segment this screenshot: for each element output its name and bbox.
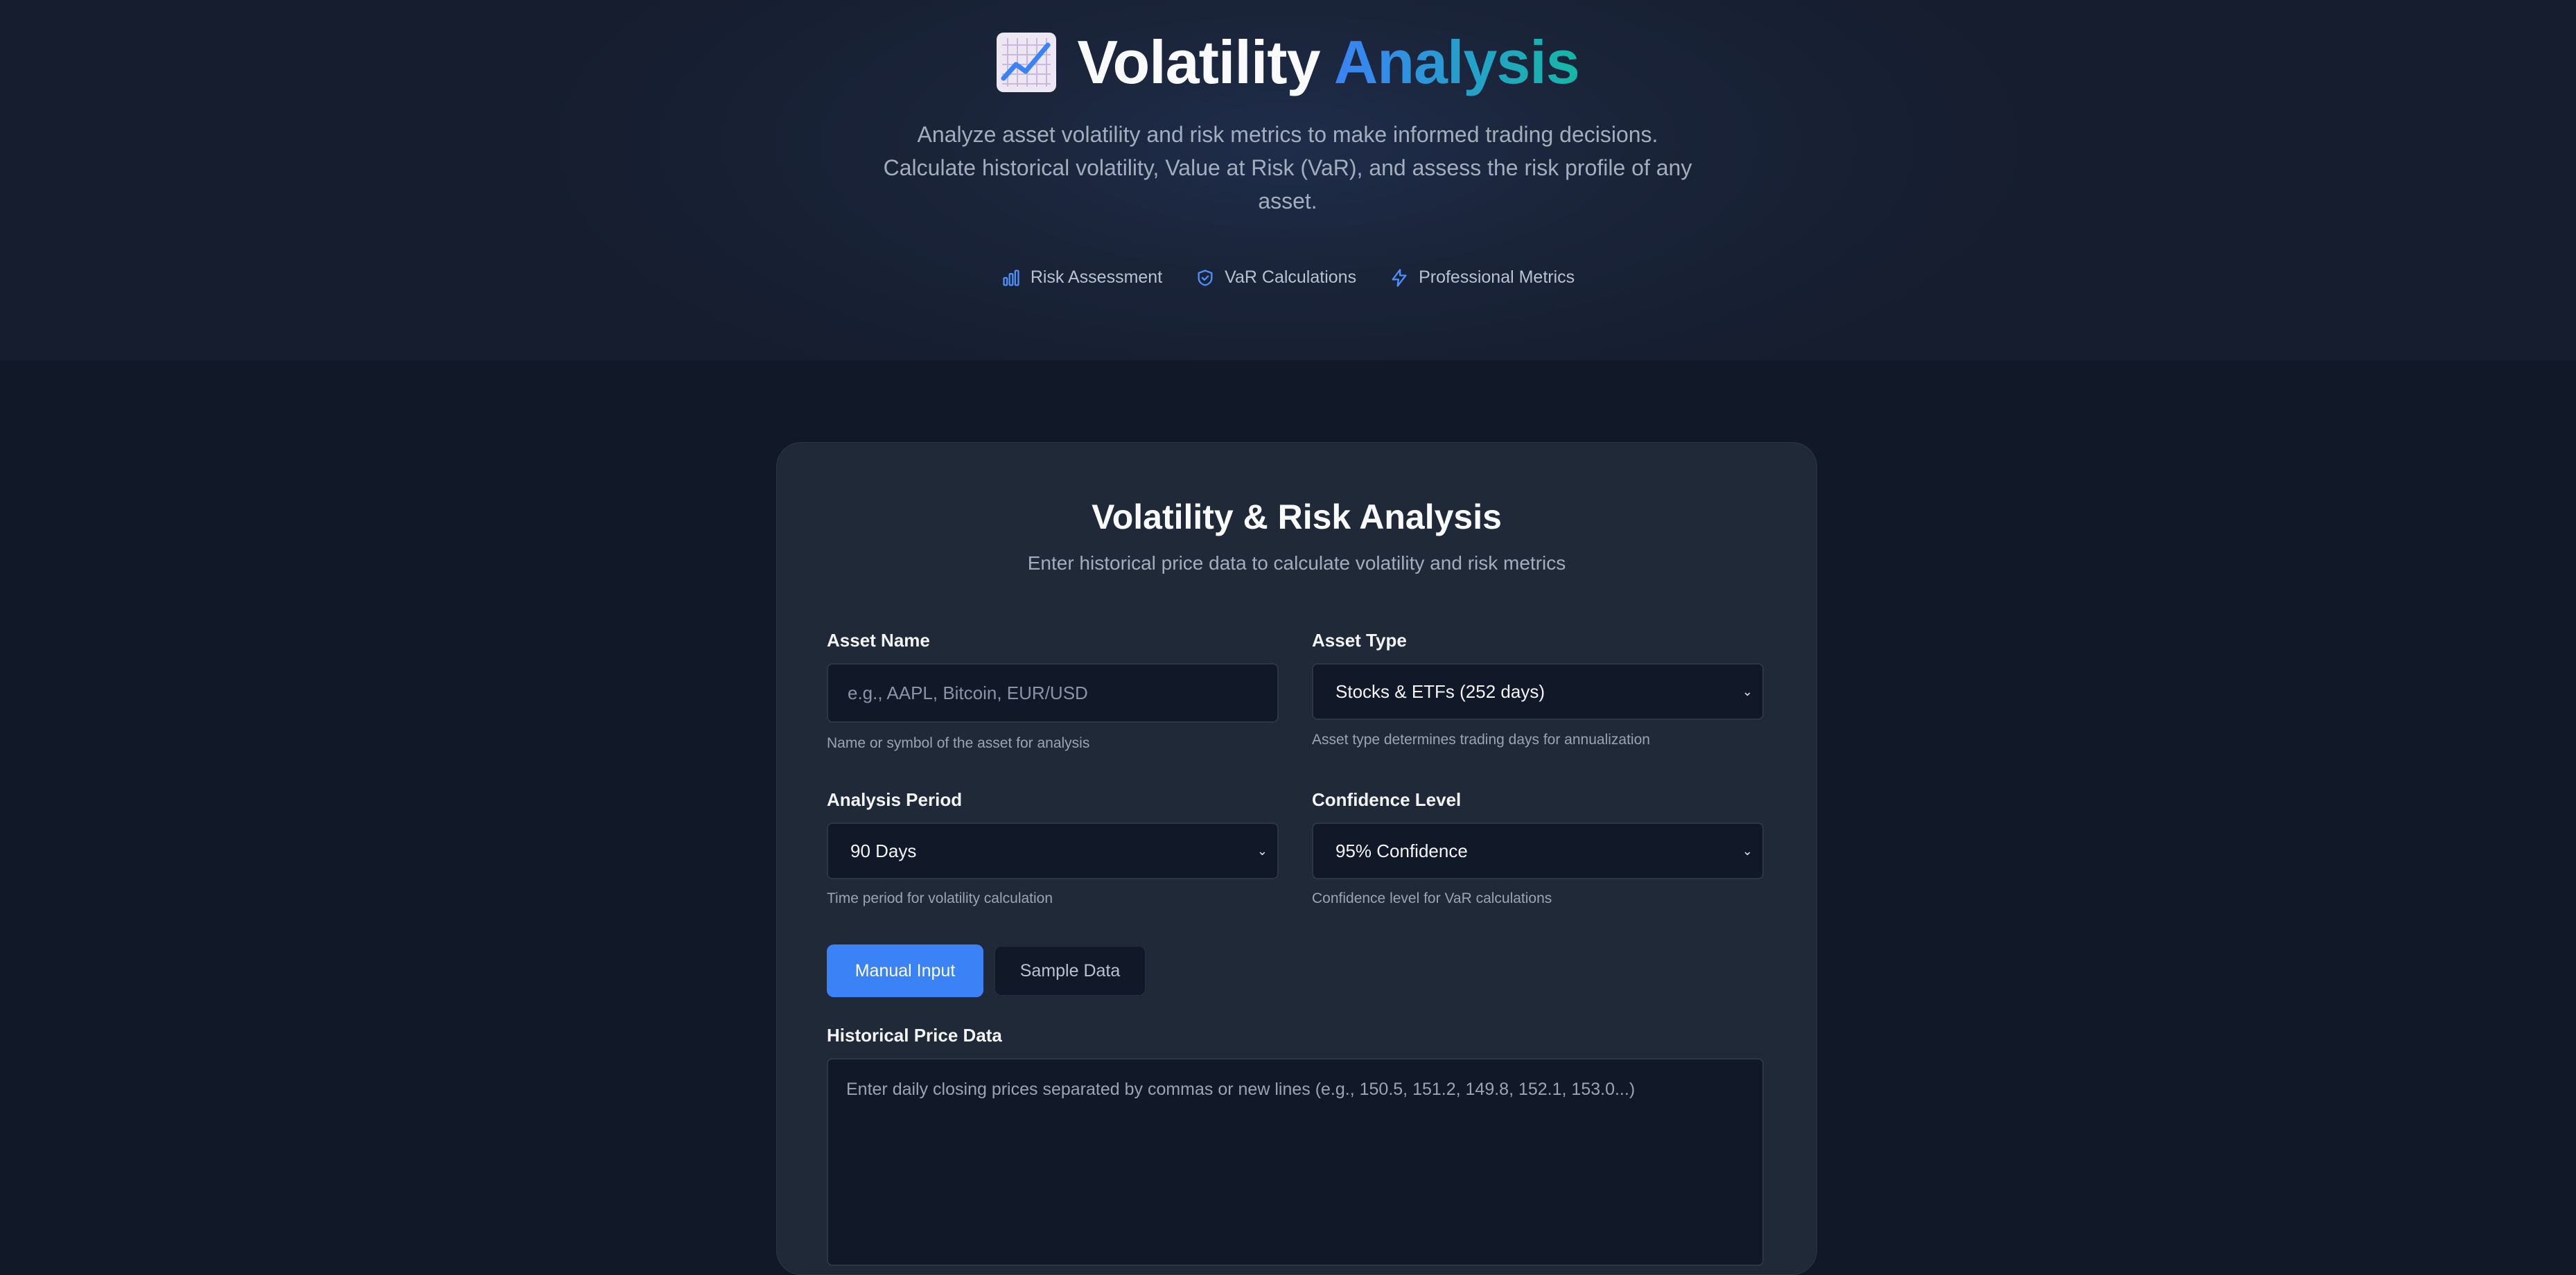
price-data-placeholder: Enter daily closing prices separated by …: [846, 1080, 1636, 1099]
form-title: Volatility & Risk Analysis: [1092, 498, 1502, 536]
page-title-accent: Analysis: [1333, 28, 1580, 96]
feature-label: Professional Metrics: [1419, 267, 1575, 287]
page-title: Volatility Analysis: [0, 21, 2576, 104]
asset-type-help: Asset type determines trading days for a…: [1312, 732, 1650, 748]
feature-professional-metrics: Professional Metrics: [1390, 267, 1575, 288]
asset-type-value: Stocks & ETFs (252 days): [1335, 680, 1545, 702]
feature-var-calculations: VaR Calculations: [1195, 267, 1356, 288]
feature-label: Risk Assessment: [1030, 267, 1163, 287]
asset-name-placeholder: e.g., AAPL, Bitcoin, EUR/USD: [848, 682, 1088, 703]
analysis-period-select[interactable]: 90 Days ⌄: [827, 823, 1279, 879]
price-data-textarea[interactable]: Enter daily closing prices separated by …: [827, 1058, 1764, 1266]
asset-name-input[interactable]: e.g., AAPL, Bitcoin, EUR/USD: [827, 663, 1279, 723]
asset-type-label: Asset Type: [1312, 630, 1407, 651]
asset-type-select[interactable]: Stocks & ETFs (252 days) ⌄: [1312, 663, 1764, 720]
page-subtitle: Analyze asset volatility and risk metric…: [883, 122, 1692, 213]
lightning-icon: [1392, 268, 1407, 287]
chevron-down-icon: ⌄: [1742, 684, 1753, 698]
tab-sample-data[interactable]: Sample Data: [995, 946, 1146, 996]
form-subtitle: Enter historical price data to calculate…: [1027, 552, 1566, 574]
analysis-period-label: Analysis Period: [827, 789, 963, 810]
chevron-down-icon: ⌄: [1256, 843, 1268, 858]
asset-name-help: Name or symbol of the asset for analysis: [827, 735, 1090, 751]
confidence-level-select[interactable]: 95% Confidence ⌄: [1312, 823, 1764, 879]
confidence-level-help: Confidence level for VaR calculations: [1312, 890, 1552, 906]
chevron-down-icon: ⌄: [1742, 843, 1753, 858]
tab-manual-input[interactable]: Manual Input: [827, 944, 983, 997]
asset-name-label: Asset Name: [827, 630, 930, 651]
feature-risk-assessment: Risk Assessment: [1001, 267, 1162, 288]
analysis-period-help: Time period for volatility calculation: [827, 890, 1053, 906]
analysis-period-value: 90 Days: [850, 840, 917, 861]
shield-check-icon: [1198, 269, 1213, 286]
price-data-label: Historical Price Data: [827, 1025, 1002, 1046]
analysis-form-card: Volatility & Risk Analysis Enter histori…: [776, 442, 1817, 1275]
hero-section: Volatility Analysis Analyze asset volati…: [0, 0, 2576, 360]
page-title-text: Volatility: [1077, 28, 1320, 96]
confidence-level-value: 95% Confidence: [1335, 840, 1468, 861]
feature-label: VaR Calculations: [1225, 267, 1357, 287]
confidence-level-label: Confidence Level: [1312, 789, 1462, 810]
chart-increasing-icon: [997, 33, 1057, 92]
feature-list: Risk Assessment VaR Calculations Profess…: [0, 267, 2576, 288]
bar-chart-icon: [1003, 269, 1019, 286]
